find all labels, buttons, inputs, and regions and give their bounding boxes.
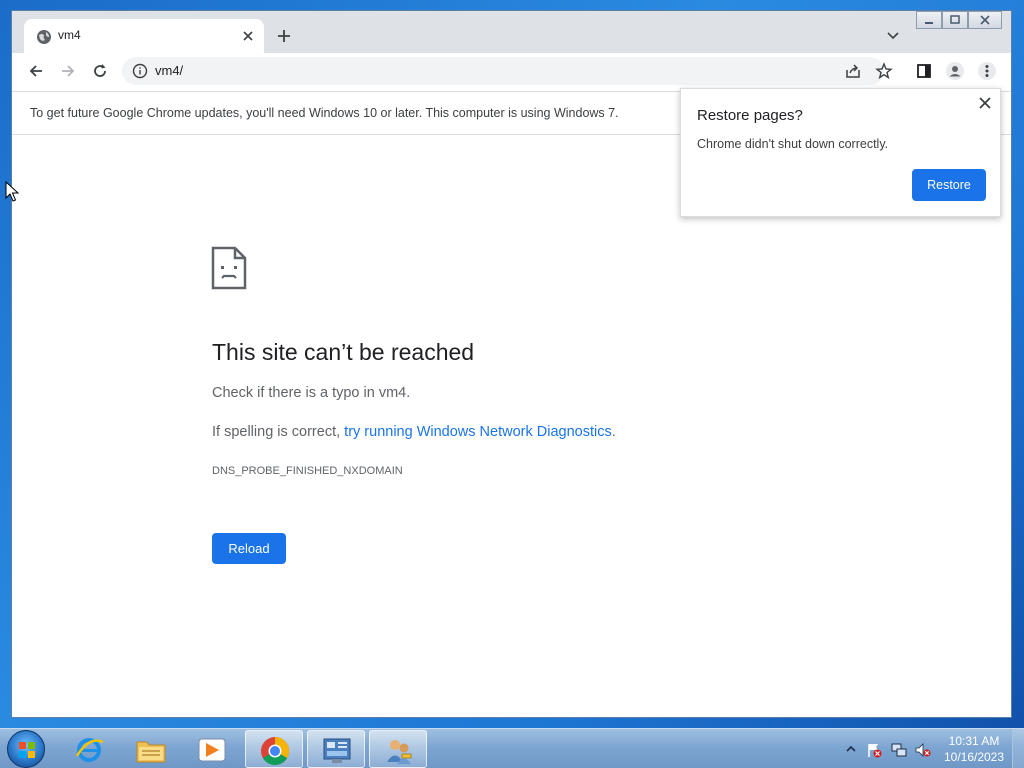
chrome-window: vm4 vm4/ To get future Google Chrome upd…	[11, 10, 1012, 718]
diagnostics-prefix: If spelling is correct,	[212, 424, 345, 440]
forward-arrow-icon[interactable]	[59, 62, 77, 80]
side-panel-icon[interactable]	[915, 62, 933, 80]
tab-search-chevron-icon[interactable]	[886, 29, 900, 43]
close-window-button[interactable]	[968, 11, 1002, 29]
show-desktop-button[interactable]	[1012, 729, 1024, 768]
more-menu-icon[interactable]	[978, 62, 996, 80]
taskbar-control-panel[interactable]	[307, 730, 365, 768]
close-icon	[980, 15, 990, 25]
network-icon[interactable]	[891, 742, 907, 758]
toolbar: vm4/	[12, 53, 1011, 89]
diagnostics-suffix: .	[611, 424, 616, 440]
show-hidden-icons-icon[interactable]	[845, 743, 857, 755]
error-diagnostics-hint: If spelling is correct, try running Wind…	[212, 424, 616, 440]
infobar-text: To get future Google Chrome updates, you…	[30, 106, 619, 120]
taskbar-windows-explorer[interactable]	[122, 730, 180, 768]
url-text: vm4/	[155, 63, 184, 78]
bookmark-star-icon[interactable]	[875, 62, 893, 80]
taskbar-user-accounts[interactable]	[369, 730, 427, 768]
popup-text: Chrome didn't shut down correctly.	[697, 137, 889, 151]
minimize-button[interactable]	[916, 11, 942, 29]
chrome-icon	[261, 737, 289, 765]
restore-pages-popup: Restore pages? Chrome didn't shut down c…	[680, 88, 1001, 217]
control-panel-icon	[323, 738, 351, 763]
error-code: DNS_PROBE_FINISHED_NXDOMAIN	[212, 465, 403, 477]
start-button[interactable]	[7, 730, 45, 768]
close-icon[interactable]	[978, 96, 992, 110]
new-tab-icon[interactable]	[276, 28, 292, 44]
taskbar-media-player[interactable]	[183, 730, 241, 768]
internet-explorer-icon	[75, 738, 104, 762]
profile-avatar-icon[interactable]	[946, 62, 964, 80]
reload-icon[interactable]	[91, 62, 109, 80]
clock-date[interactable]: 10/16/2023	[940, 750, 1008, 764]
maximize-button[interactable]	[942, 11, 968, 29]
taskbar-internet-explorer[interactable]	[60, 730, 118, 768]
error-title: This site can’t be reached	[212, 339, 475, 365]
title-bar: vm4	[12, 11, 1011, 53]
reload-button[interactable]: Reload	[212, 533, 286, 564]
error-page: This site can’t be reached Check if ther…	[12, 135, 1011, 717]
globe-icon	[37, 30, 51, 44]
mouse-cursor-icon	[5, 181, 19, 202]
address-bar[interactable]: vm4/	[122, 57, 884, 85]
windows-logo-icon	[19, 742, 35, 758]
error-typo-hint: Check if there is a typo in vm4.	[212, 385, 411, 401]
volume-muted-icon[interactable]	[915, 742, 931, 758]
tab-title: vm4	[58, 28, 81, 42]
users-icon	[387, 740, 412, 764]
back-arrow-icon[interactable]	[27, 62, 45, 80]
clock-time[interactable]: 10:31 AM	[944, 734, 1004, 748]
folder-icon	[136, 741, 166, 763]
taskbar: 10:31 AM 10/16/2023	[0, 728, 1024, 768]
media-player-icon	[198, 738, 226, 762]
minimize-icon	[925, 22, 933, 24]
close-tab-icon[interactable]	[240, 28, 256, 44]
sad-page-icon	[211, 246, 247, 290]
share-icon[interactable]	[844, 62, 862, 80]
info-icon[interactable]	[132, 63, 148, 79]
action-center-flag-icon[interactable]	[866, 742, 882, 758]
taskbar-google-chrome[interactable]	[245, 730, 303, 768]
tab-vm4[interactable]: vm4	[24, 19, 264, 53]
restore-window-icon	[950, 15, 960, 24]
popup-title: Restore pages?	[697, 107, 803, 124]
network-diagnostics-link[interactable]: try running Windows Network Diagnostics	[344, 424, 612, 440]
restore-button[interactable]: Restore	[912, 169, 986, 201]
